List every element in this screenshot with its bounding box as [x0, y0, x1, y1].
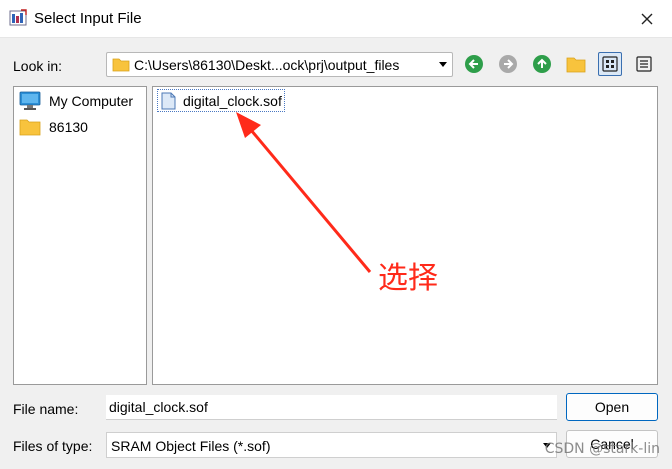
folder-icon: [566, 57, 586, 72]
sidebar-item-86130[interactable]: 86130: [19, 116, 88, 138]
file-icon: [161, 92, 176, 109]
watermark: CSDN @stark-lin: [544, 441, 660, 457]
file-name-label: digital_clock.sof: [183, 92, 282, 109]
file-type-label: Files of type:: [13, 438, 93, 454]
folder-icon: [19, 119, 41, 136]
icon-view-button[interactable]: [598, 52, 622, 76]
detail-view-button[interactable]: [632, 52, 656, 76]
file-type-combobox[interactable]: SRAM Object Files (*.sof): [106, 432, 557, 458]
places-sidebar: My Computer 86130: [13, 86, 147, 385]
current-path: C:\Users\86130\Deskt...ock\prj\output_fi…: [134, 57, 400, 73]
dropdown-caret-icon[interactable]: [439, 62, 447, 67]
window-title: Select Input File: [34, 10, 142, 27]
file-name-input[interactable]: [106, 395, 557, 420]
quartus-app-icon: [9, 9, 27, 26]
up-button[interactable]: [530, 52, 554, 76]
file-name-label: File name:: [13, 401, 79, 417]
file-type-value: SRAM Object Files (*.sof): [111, 438, 271, 454]
look-in-combobox[interactable]: C:\Users\86130\Deskt...ock\prj\output_fi…: [106, 52, 453, 77]
arrow-up-circle-icon: [533, 55, 551, 73]
folder-icon: [112, 58, 130, 72]
title-bar: Select Input File: [0, 0, 672, 38]
grid-icon: [602, 56, 618, 72]
sidebar-item-my-computer[interactable]: My Computer: [19, 90, 133, 112]
sidebar-item-label: My Computer: [49, 93, 134, 109]
forward-button[interactable]: [496, 52, 520, 76]
file-list[interactable]: digital_clock.sof: [152, 86, 658, 385]
look-in-label: Look in:: [13, 58, 63, 74]
list-icon: [636, 56, 652, 72]
new-folder-button[interactable]: [564, 52, 588, 76]
computer-icon: [19, 91, 41, 110]
annotation-label: 选择: [378, 261, 438, 296]
close-icon[interactable]: [636, 8, 658, 30]
file-item-digital-clock-sof[interactable]: digital_clock.sof: [157, 89, 285, 112]
arrow-left-circle-icon: [465, 55, 483, 73]
open-button[interactable]: Open: [566, 393, 658, 421]
sidebar-item-label: 86130: [49, 119, 88, 135]
back-button[interactable]: [462, 52, 486, 76]
arrow-right-circle-icon: [499, 55, 517, 73]
